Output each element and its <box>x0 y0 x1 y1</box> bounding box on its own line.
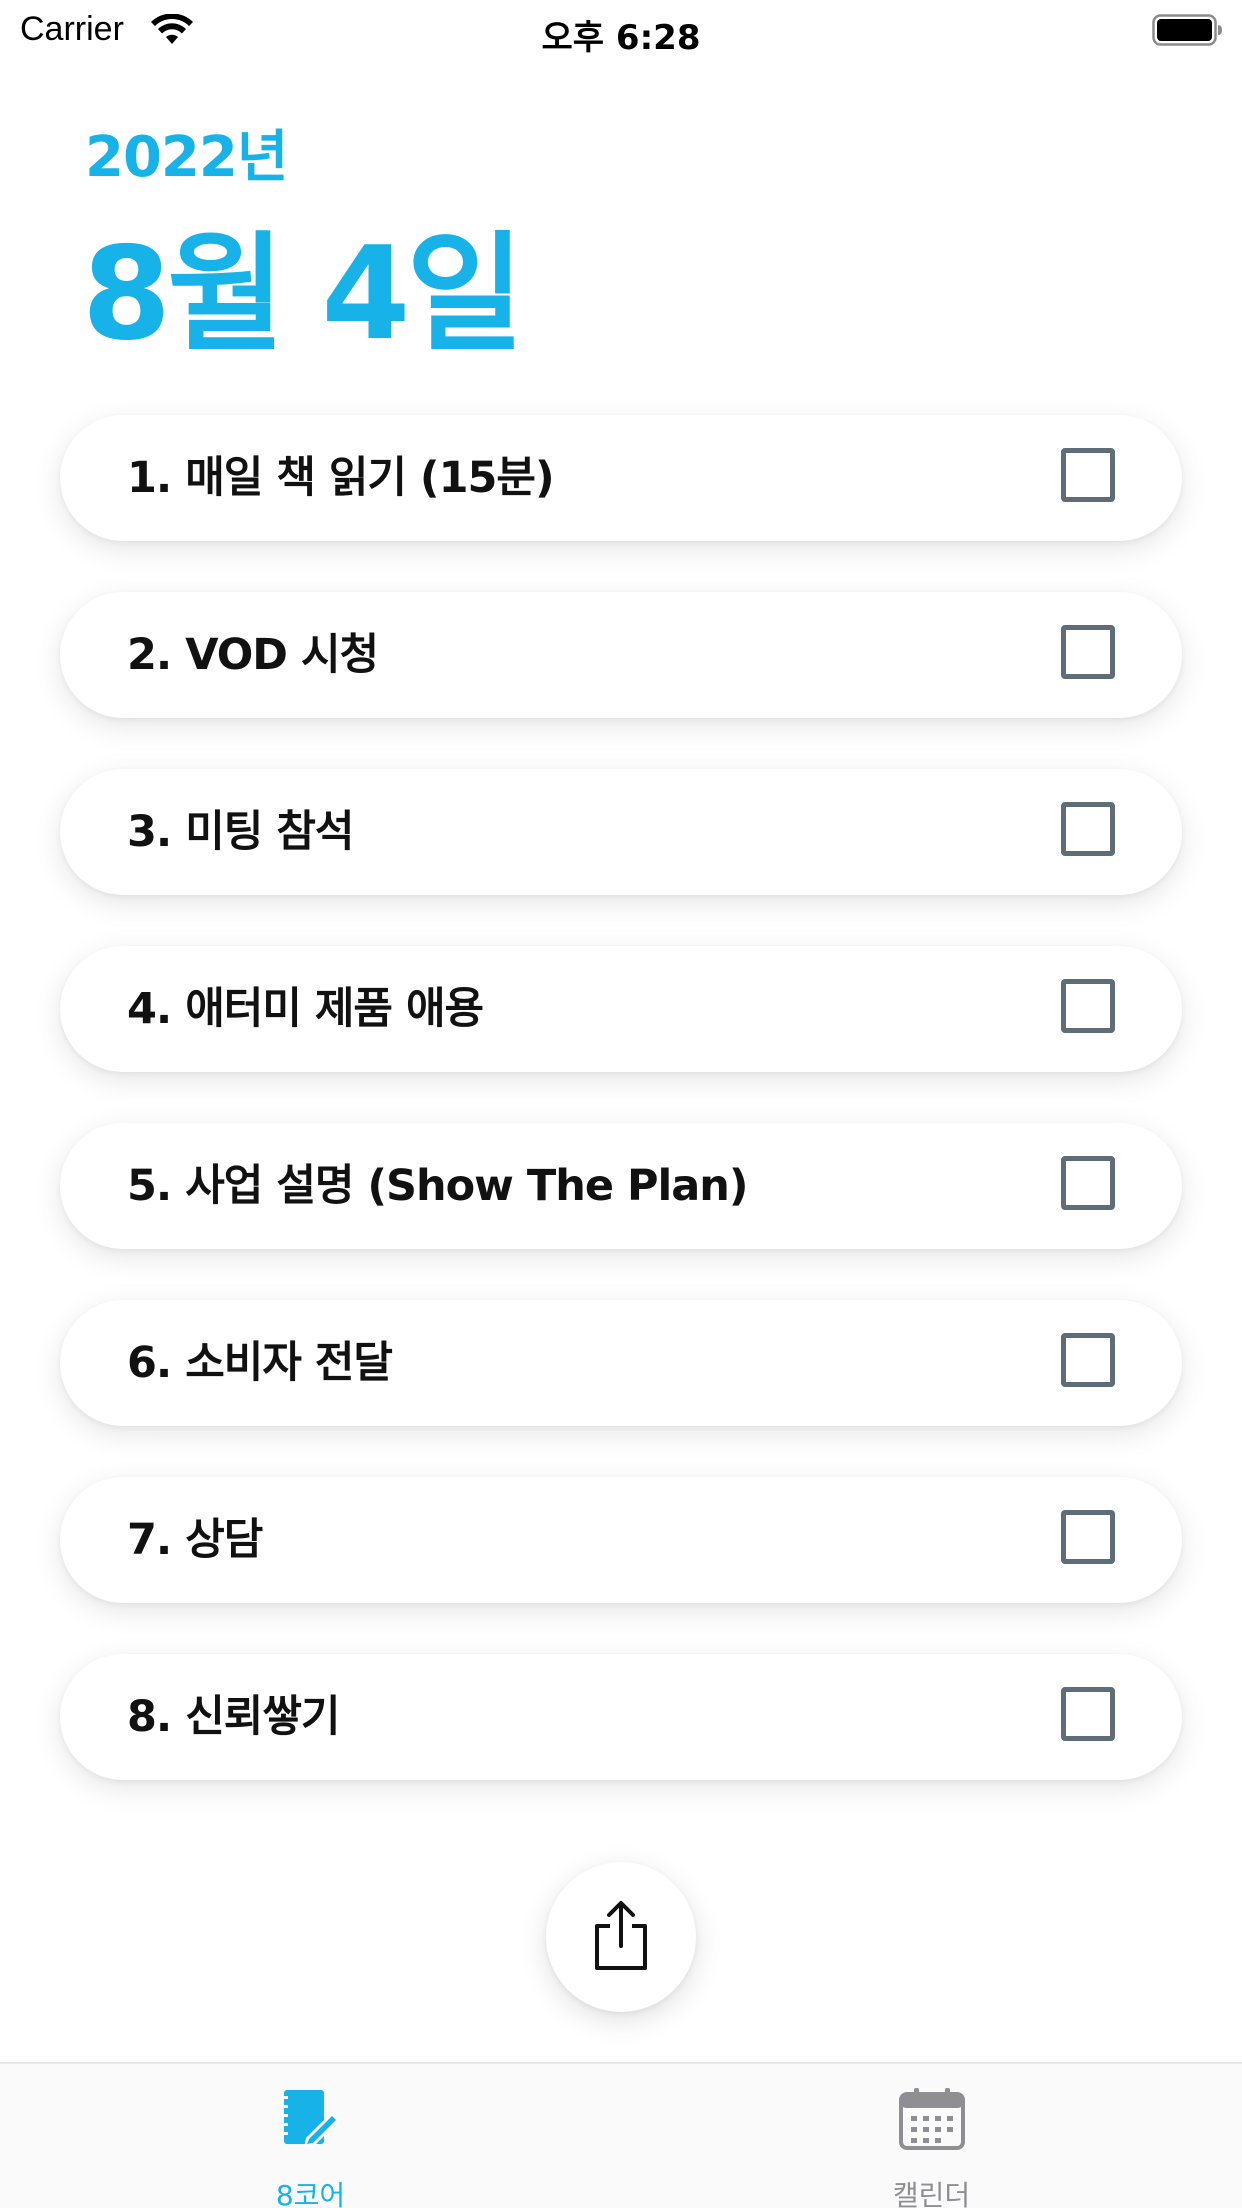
task-checkbox[interactable] <box>1061 1687 1115 1741</box>
status-time: 오후 6:28 <box>541 18 701 58</box>
task-checkbox[interactable] <box>1061 802 1115 856</box>
tab-8core[interactable]: 8코어 <box>0 2064 621 2208</box>
task-item[interactable]: 1. 매일 책 읽기 (15분) <box>60 415 1182 541</box>
status-bar: Carrier 오후 6:28 <box>0 0 1242 60</box>
task-item[interactable]: 8. 신뢰쌓기 <box>60 1654 1182 1780</box>
task-label: 3. 미팅 참석 <box>127 807 354 857</box>
share-button[interactable] <box>546 1862 696 2012</box>
tab-label: 캘린더 <box>892 2179 971 2208</box>
date-title: 8월 4일 <box>82 220 524 369</box>
task-checkbox[interactable] <box>1061 1333 1115 1387</box>
task-item[interactable]: 6. 소비자 전달 <box>60 1300 1182 1426</box>
task-label: 1. 매일 책 읽기 (15분) <box>127 453 555 503</box>
year-label: 2022년 <box>85 125 288 190</box>
app-screen: Carrier 오후 6:28 2022년 8월 4일 1. 매일 책 읽기 (… <box>0 0 1242 2208</box>
task-checkbox[interactable] <box>1061 1156 1115 1210</box>
task-label: 5. 사업 설명 (Show The Plan) <box>127 1161 748 1211</box>
share-icon <box>595 1901 647 1970</box>
notebook-pencil-icon <box>281 2090 340 2148</box>
tab-label: 8코어 <box>275 2179 346 2208</box>
task-item[interactable]: 7. 상담 <box>60 1477 1182 1603</box>
task-item[interactable]: 5. 사업 설명 (Show The Plan) <box>60 1123 1182 1249</box>
task-list: 1. 매일 책 읽기 (15분) 2. VOD 시청 3. 미팅 참석 4. 애… <box>60 415 1182 1831</box>
task-label: 2. VOD 시청 <box>127 630 379 680</box>
task-item[interactable]: 4. 애터미 제품 애용 <box>60 946 1182 1072</box>
task-checkbox[interactable] <box>1061 1510 1115 1564</box>
battery-icon <box>1152 14 1222 46</box>
task-label: 6. 소비자 전달 <box>127 1338 393 1388</box>
tab-calendar[interactable]: 캘린더 <box>621 2064 1242 2208</box>
task-label: 8. 신뢰쌓기 <box>127 1692 340 1742</box>
task-item[interactable]: 2. VOD 시청 <box>60 592 1182 718</box>
task-label: 4. 애터미 제품 애용 <box>127 984 484 1034</box>
task-label: 7. 상담 <box>127 1515 263 1565</box>
calendar-icon <box>899 2088 965 2150</box>
task-checkbox[interactable] <box>1061 625 1115 679</box>
task-item[interactable]: 3. 미팅 참석 <box>60 769 1182 895</box>
tab-bar: 8코어 캘린더 <box>0 2062 1242 2208</box>
task-checkbox[interactable] <box>1061 979 1115 1033</box>
task-checkbox[interactable] <box>1061 448 1115 502</box>
